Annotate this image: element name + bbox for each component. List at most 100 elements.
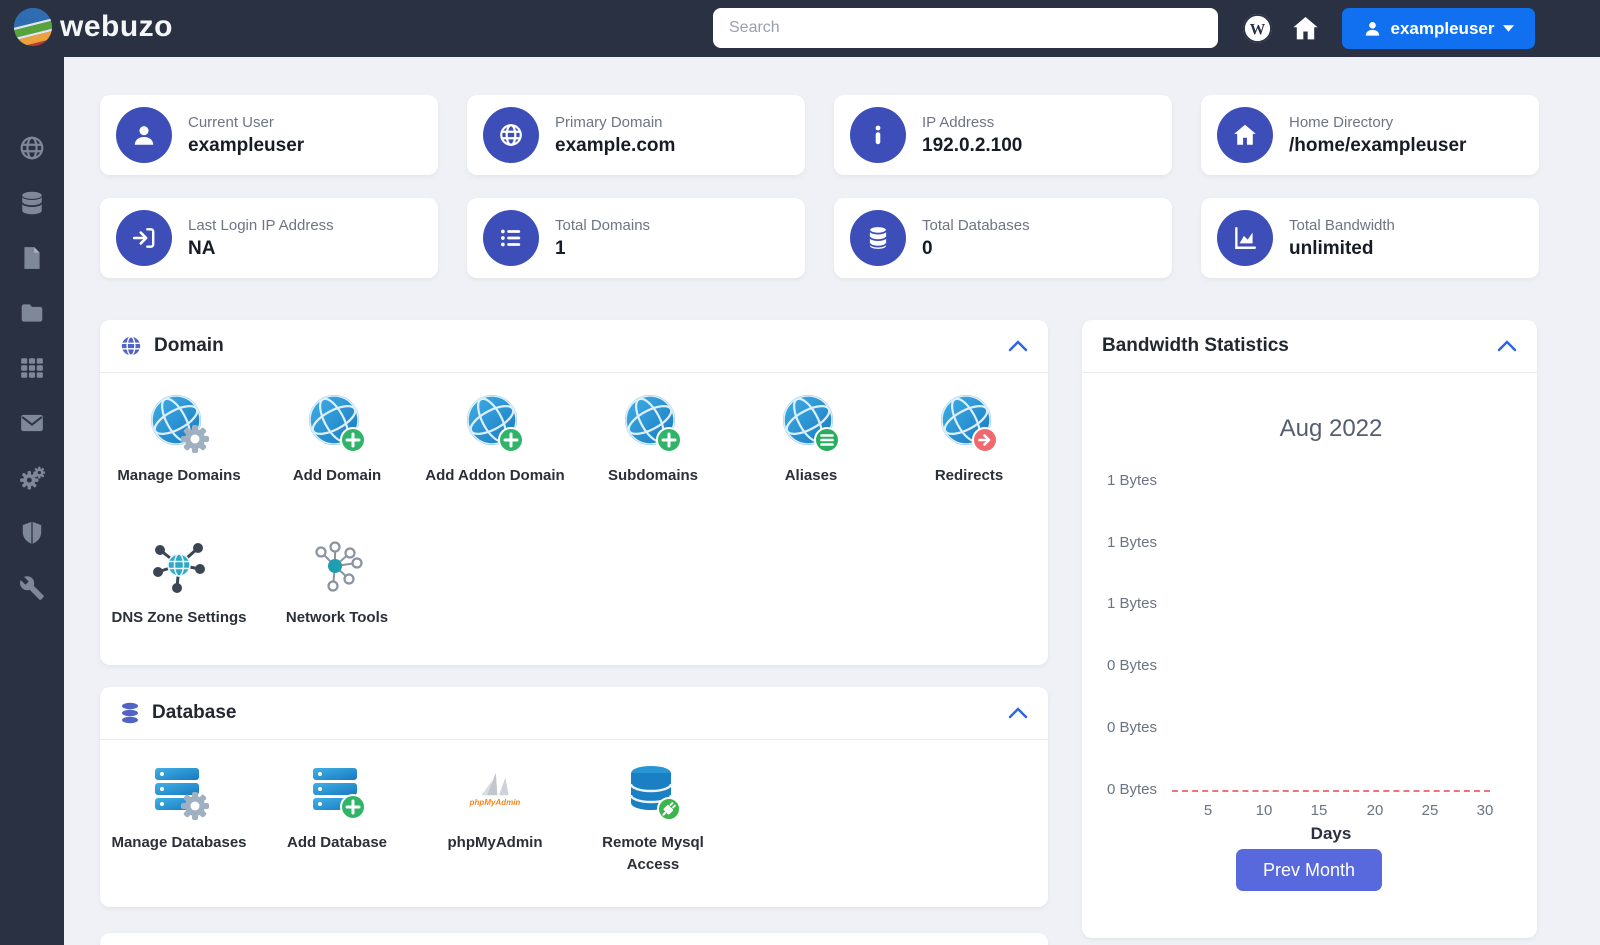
collapse-domain-button[interactable] <box>1006 338 1030 357</box>
phpmyadmin-logo: phpMyAdmin <box>469 772 521 807</box>
stat-label: Current User <box>188 113 274 131</box>
collapse-database-button[interactable] <box>1006 705 1030 724</box>
search-input[interactable] <box>713 8 1218 48</box>
prev-month-button[interactable]: Prev Month <box>1236 849 1382 891</box>
tile-manage-domains[interactable]: Manage Domains <box>100 393 258 487</box>
tile-remote-mysql-access[interactable]: Remote Mysql Access <box>574 760 732 876</box>
tile-label: Manage Databases <box>111 834 247 851</box>
stat-value: example.com <box>555 134 676 156</box>
tile-network-tools[interactable]: Network Tools <box>258 535 416 629</box>
stat-value: unlimited <box>1289 237 1374 259</box>
wordpress-icon[interactable]: W <box>1242 13 1273 49</box>
stat-value: /home/exampleuser <box>1289 134 1467 156</box>
sidebar-item-domain[interactable] <box>19 135 45 161</box>
settings-gears-icon <box>20 466 46 490</box>
tile-label: Redirects <box>934 467 1004 484</box>
sidebar-item-database[interactable] <box>19 190 45 216</box>
stat-label: Last Login IP Address <box>188 216 334 234</box>
tile-label: Network Tools <box>285 609 389 626</box>
stat-label: Total Bandwidth <box>1289 216 1395 234</box>
chevron-up-icon <box>1008 707 1028 719</box>
user-icon <box>116 107 172 163</box>
x-axis-label: Days <box>1310 824 1352 843</box>
stat-card-ip-address: IP Address 192.0.2.100 <box>834 95 1172 175</box>
globe-plus-icon <box>623 393 683 454</box>
sidebar-item-folders[interactable] <box>19 300 45 326</box>
sidebar-item-utilities[interactable] <box>19 575 45 601</box>
database-panel-header: Database <box>100 687 1048 740</box>
chevron-down-icon <box>1503 25 1515 32</box>
tile-redirects[interactable]: Redirects <box>890 393 1048 487</box>
tile-subdomains[interactable]: Subdomains <box>574 393 732 487</box>
globe-icon <box>121 336 141 356</box>
database-plug-icon <box>629 766 681 821</box>
stat-card-primary-domain: Primary Domain example.com <box>467 95 805 175</box>
panel-title: Database <box>152 702 237 723</box>
tile-label: Remote Mysql Access <box>602 834 704 873</box>
tile-add-database[interactable]: Add Database <box>258 760 416 854</box>
list-icon <box>483 210 539 266</box>
database-panel: Database Manage Databases Add Database p… <box>100 687 1048 907</box>
chevron-up-icon <box>1497 340 1517 352</box>
stat-card-total-domains: Total Domains 1 <box>467 198 805 278</box>
webuzo-sphere-icon <box>13 7 53 47</box>
y-axis-tick: 0 Bytes <box>1106 719 1157 736</box>
tile-label: Add Domain <box>292 467 382 484</box>
user-icon <box>1365 22 1379 36</box>
database-icon <box>21 191 43 215</box>
home-icon <box>1217 107 1273 163</box>
tile-label: phpMyAdmin <box>447 834 543 851</box>
globe-plus-icon <box>465 393 525 454</box>
globe-icon <box>20 136 44 160</box>
file-icon <box>24 247 40 269</box>
server-gear-icon <box>155 768 209 820</box>
dns-network-icon <box>153 543 205 593</box>
stat-label: Primary Domain <box>555 113 663 131</box>
stat-label: Total Databases <box>922 216 1030 234</box>
x-axis-tick: 10 <box>1255 802 1273 819</box>
sidebar-item-apps[interactable] <box>19 355 45 381</box>
tile-aliases[interactable]: Aliases <box>732 393 890 487</box>
wrench-icon <box>20 576 44 600</box>
user-menu-button[interactable]: exampleuser <box>1342 8 1535 49</box>
stat-card-last-login-ip: Last Login IP Address NA <box>100 198 438 278</box>
tile-add-addon-domain[interactable]: Add Addon Domain <box>416 393 574 487</box>
phpmyadmin-wordmark: phpMyAdmin <box>469 798 521 807</box>
tile-phpmyadmin[interactable]: phpMyAdmin phpMyAdmin <box>416 760 574 854</box>
tile-dns-zone-settings[interactable]: DNS Zone Settings <box>100 535 258 629</box>
user-menu-label: exampleuser <box>1390 18 1495 38</box>
sidebar-item-settings[interactable] <box>19 465 46 491</box>
panel-title: Bandwidth Statistics <box>1102 335 1289 356</box>
stat-card-home-directory: Home Directory /home/exampleuser <box>1201 95 1539 175</box>
tile-label: Subdomains <box>607 467 698 484</box>
domain-panel-header: Domain <box>100 320 1048 373</box>
sidebar-item-mail[interactable] <box>19 410 45 436</box>
x-axis-tick: 30 <box>1476 802 1494 819</box>
domain-panel: Domain Manage Domains Add Domain Add Add… <box>100 320 1048 665</box>
webuzo-logo[interactable]: webuzo <box>12 6 173 48</box>
tile-manage-databases[interactable]: Manage Databases <box>100 760 258 854</box>
folder-icon <box>21 304 43 322</box>
sign-in-icon <box>116 210 172 266</box>
tile-label: Aliases <box>784 467 838 484</box>
stat-label: Total Domains <box>555 216 651 234</box>
tile-label: Manage Domains <box>117 467 241 484</box>
globe-list-icon <box>781 393 841 454</box>
database-icon <box>850 210 906 266</box>
sidebar-item-security[interactable] <box>19 520 45 546</box>
database-icon <box>122 702 138 724</box>
stat-card-total-databases: Total Databases 0 <box>834 198 1172 278</box>
stat-label: IP Address <box>922 113 995 131</box>
collapse-bandwidth-button[interactable] <box>1495 338 1519 357</box>
search-bar <box>713 8 1218 48</box>
info-icon <box>850 107 906 163</box>
stat-card-current-user: Current User exampleuser <box>100 95 438 175</box>
apps-grid-icon <box>21 358 43 378</box>
sidebar-item-files[interactable] <box>19 245 45 271</box>
sidebar <box>0 57 64 945</box>
home-icon[interactable] <box>1291 14 1320 48</box>
server-plus-icon <box>313 768 367 821</box>
tile-add-domain[interactable]: Add Domain <box>258 393 416 487</box>
mail-icon <box>21 414 43 432</box>
globe-plus-icon <box>307 393 367 454</box>
